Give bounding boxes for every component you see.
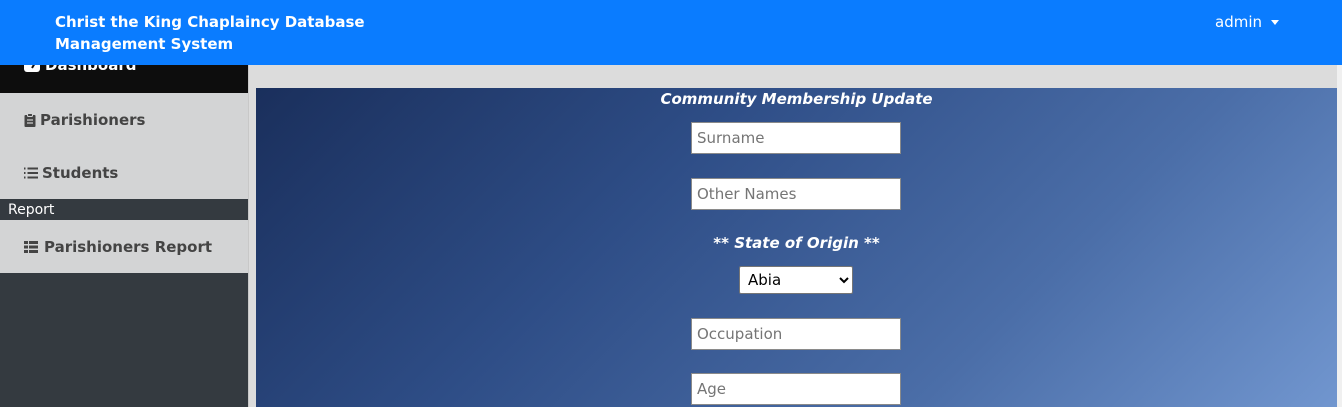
state-of-origin-select[interactable]: Abia [739,266,853,294]
sidebar: Dashboard Parishioners Students Report P… [0,65,248,407]
surname-input[interactable] [691,122,901,154]
sidebar-item-parishioners-report[interactable]: Parishioners Report [0,220,248,273]
user-menu-label: admin [1215,13,1262,31]
page-scroll-edge [1337,65,1342,407]
sidebar-heading-report: Report [0,200,248,220]
sidebar-item-label: Students [42,163,119,182]
user-menu-dropdown[interactable]: admin [1215,12,1279,32]
app-brand[interactable]: Christ the King Chaplaincy Database Mana… [55,11,475,55]
sidebar-item-parishioners[interactable]: Parishioners [0,93,248,146]
top-navbar: Christ the King Chaplaincy Database Mana… [0,0,1342,65]
sidebar-item-label: Dashboard [45,65,137,74]
clipboard-icon [24,112,36,127]
form-title: Community Membership Update [660,90,933,108]
caret-down-icon [1271,19,1279,25]
list-ol-icon [24,167,38,179]
sidebar-item-label: Parishioners [40,110,146,129]
tachometer-icon [24,65,40,72]
state-of-origin-label: ** State of Origin ** [713,234,880,252]
membership-form-panel: Community Membership Update ** State of … [256,88,1337,407]
sidebar-item-students[interactable]: Students [0,146,248,199]
table-icon [24,240,38,253]
other-names-input[interactable] [691,178,901,210]
sidebar-item-label: Parishioners Report [44,237,213,256]
sidebar-item-dashboard[interactable]: Dashboard [0,65,248,93]
age-input[interactable] [691,373,901,405]
occupation-input[interactable] [691,318,901,350]
